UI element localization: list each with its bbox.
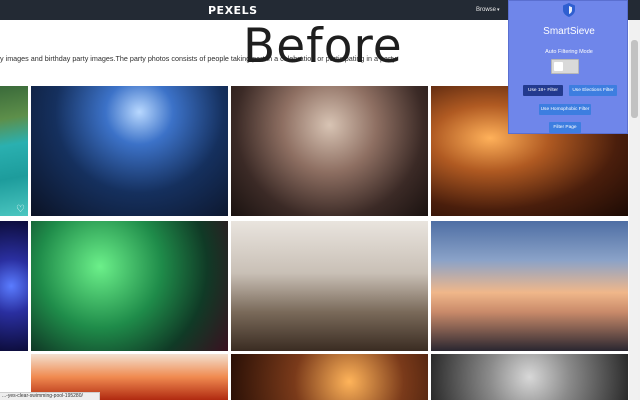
status-bar-url: ...-yes-clear-swimming-pool-195280/ [0,392,100,400]
heart-icon[interactable]: ♡ [16,204,25,215]
photo-pool[interactable]: ♡ [0,86,28,216]
page-scrollbar[interactable] [629,20,640,400]
photo-blue-lights[interactable] [0,221,28,351]
shield-icon [563,3,575,17]
scrollbar-thumb[interactable] [631,40,638,118]
photo-concert[interactable] [31,86,228,216]
photo-hair[interactable] [431,354,628,400]
auto-filter-mode-label: Auto Filtering Mode [545,49,593,55]
smartsieve-popup: SmartSieve Auto Filtering Mode Use 18+ F… [508,0,628,134]
photo-confetti[interactable] [231,86,428,216]
use-elections-filter-button[interactable]: Use Elections Filter [569,85,617,96]
popup-title: SmartSieve [543,26,595,37]
photo-champagne[interactable] [231,221,428,351]
before-overlay-label: Before [243,19,403,74]
toggle-knob[interactable] [554,62,563,71]
browse-menu[interactable]: Browse [476,7,496,13]
filter-page-button[interactable]: Filter Page [549,122,581,133]
use-homophobic-filter-button[interactable]: Use Homophobic Filter [539,104,591,115]
photo-balloons[interactable] [31,221,228,351]
photo-beach[interactable] [431,221,628,351]
photo-bokeh[interactable] [231,354,428,400]
auto-filter-toggle[interactable] [551,59,579,74]
pexels-logo[interactable]: PEXELS [208,4,258,17]
use-18-filter-button[interactable]: Use 18+ Filter [523,85,563,96]
chevron-down-icon[interactable]: ▾ [497,7,500,13]
